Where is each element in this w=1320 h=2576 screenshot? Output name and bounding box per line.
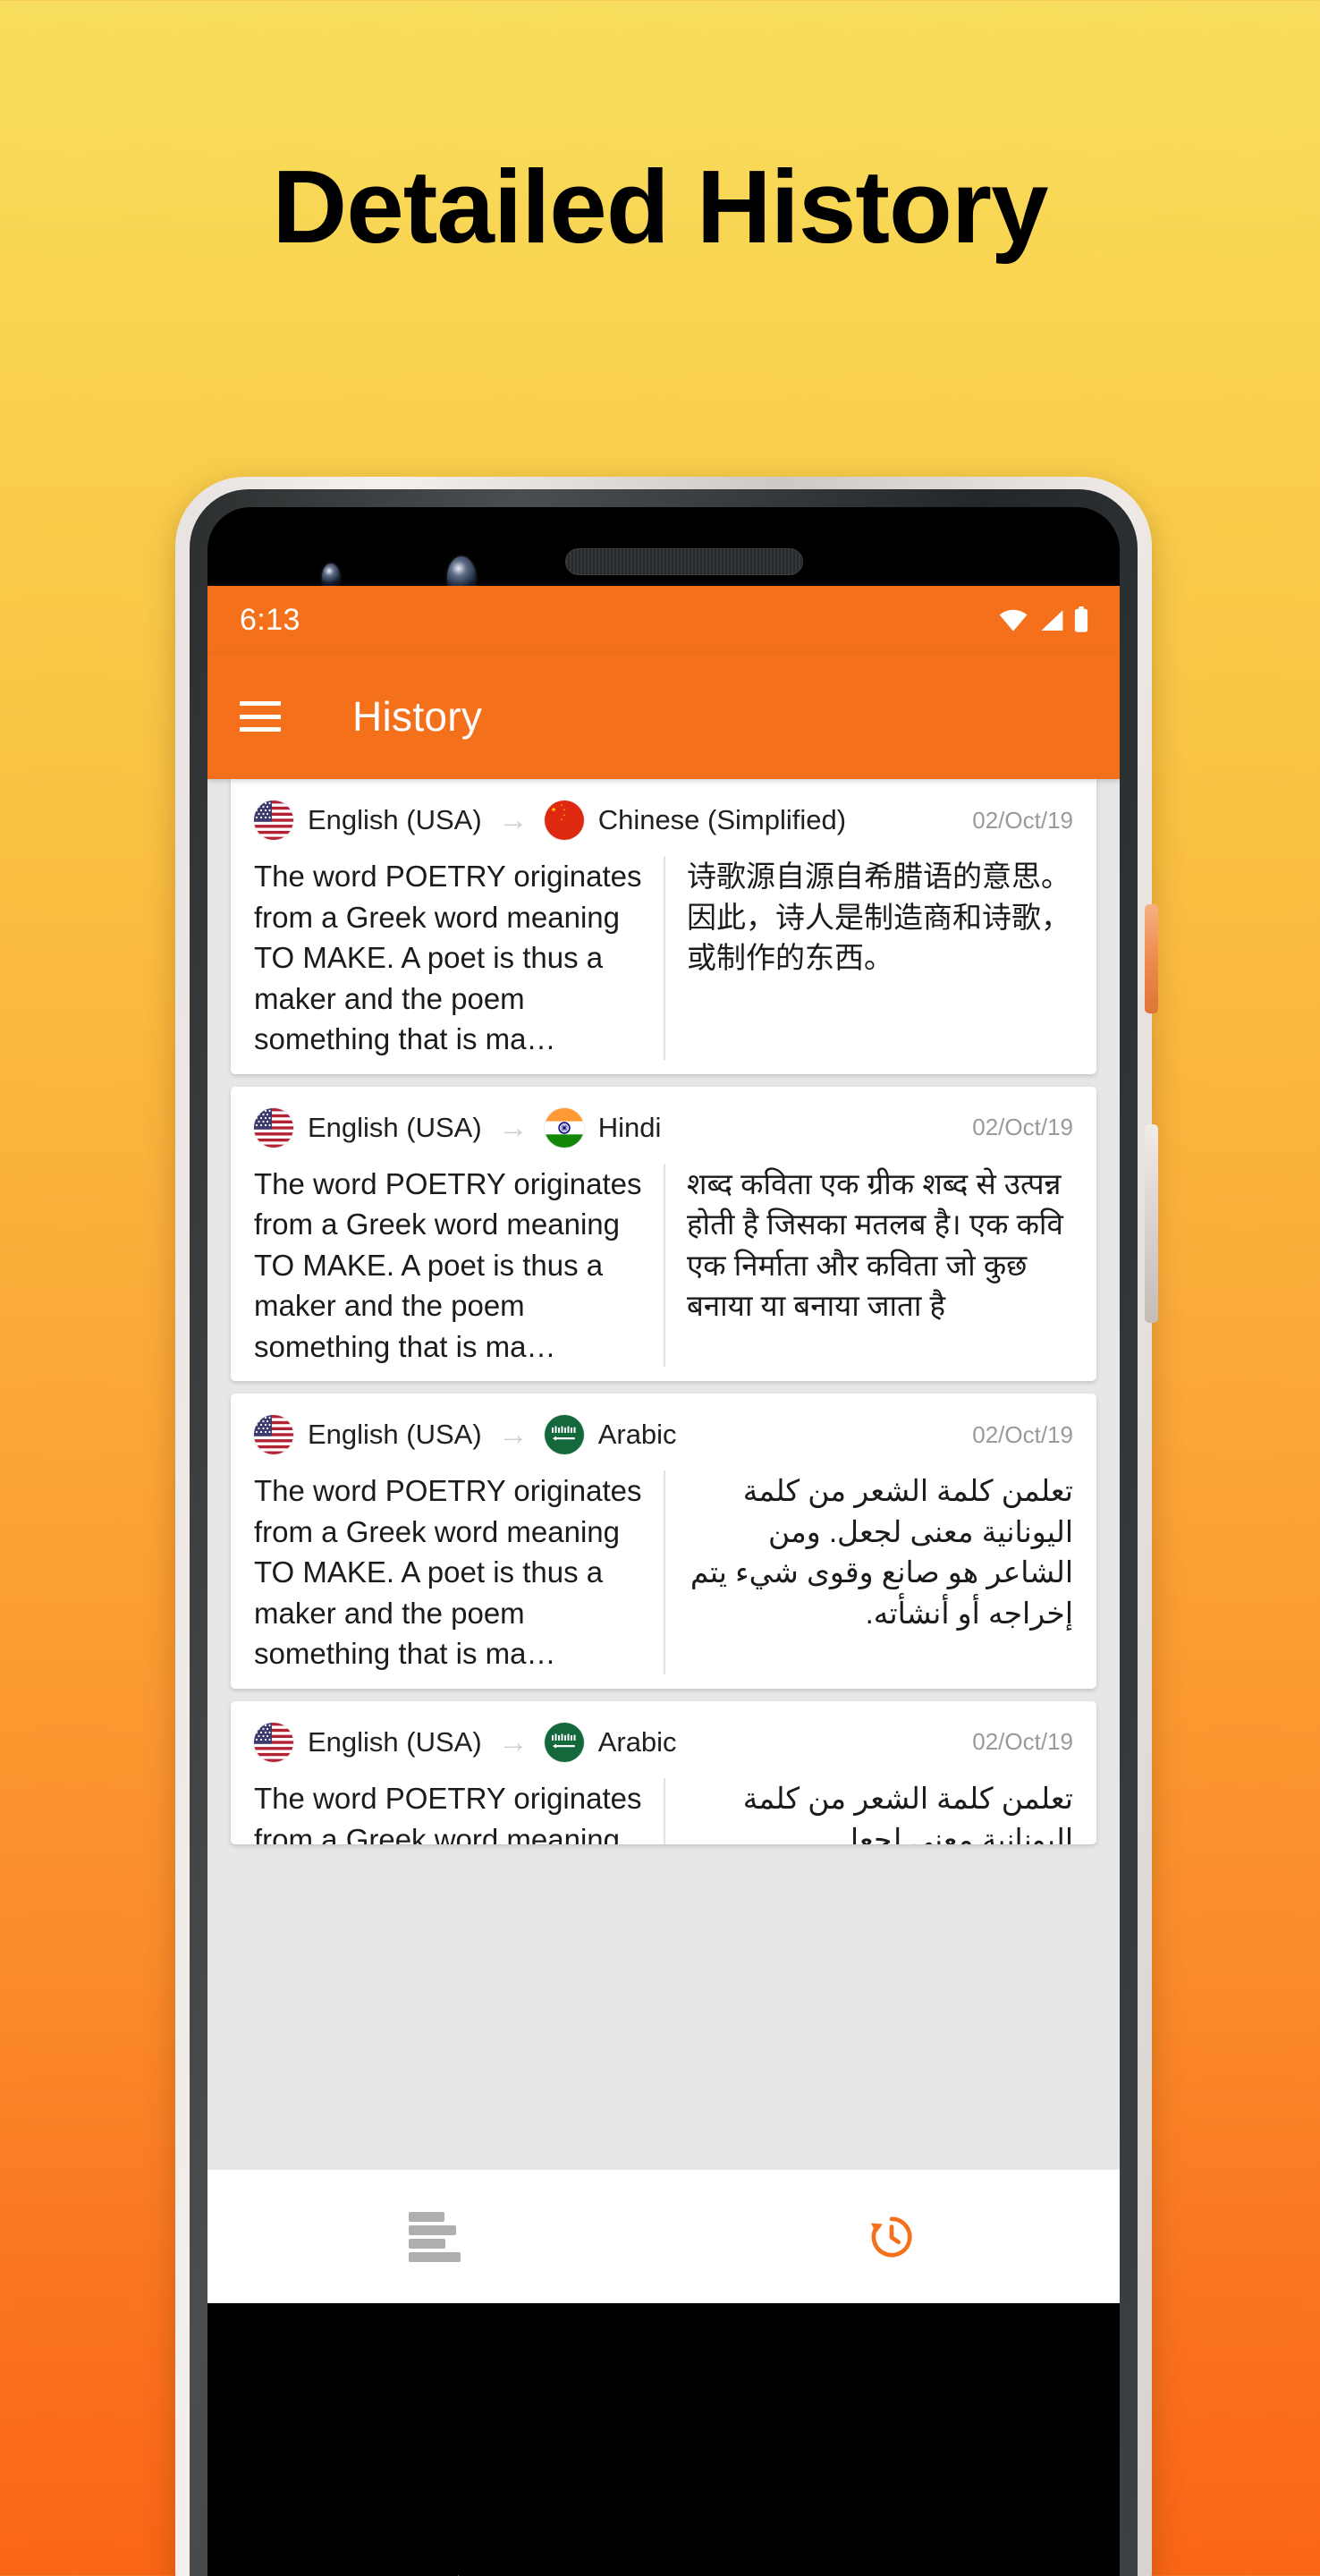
source-text: The word POETRY originates from a Greek …: [254, 1166, 642, 1363]
target-language-label: Hindi: [597, 1111, 662, 1143]
direction-arrow-icon: →: [497, 1110, 529, 1145]
direction-arrow-icon: →: [497, 1724, 529, 1759]
history-card-date: 02/Oct/19: [972, 1728, 1073, 1756]
history-card-body: The word POETRY originates from a Greek …: [231, 1163, 1096, 1368]
hamburger-menu-icon[interactable]: [240, 701, 281, 732]
source-text: The word POETRY originates from a Greek …: [254, 860, 642, 1056]
history-card[interactable]: English (USA) →: [231, 1086, 1096, 1382]
history-card[interactable]: English (USA) →: [231, 1394, 1096, 1689]
app-viewport: 6:13 History English (USA) → Chinese (Si…: [207, 586, 1120, 2303]
source-language-label: English (USA): [308, 1111, 482, 1143]
earpiece-speaker: [565, 548, 803, 575]
source-text: The word POETRY originates from a Greek …: [254, 1474, 642, 1671]
volume-rocker-button[interactable]: [1145, 1124, 1158, 1323]
flag-usa-icon: [254, 1415, 293, 1455]
history-card[interactable]: English (USA) →: [231, 779, 1096, 1074]
status-bar-icons: [998, 606, 1089, 633]
history-card-body: The word POETRY originates from a Greek …: [231, 1777, 1096, 1844]
flag-saudi-icon: [544, 1415, 584, 1455]
flag-usa-icon: [254, 1722, 293, 1762]
history-card[interactable]: English (USA) →: [231, 1700, 1096, 1844]
translated-text: تعلمن كلمة الشعر من كلمة اليونانية معنى …: [664, 1470, 1073, 1674]
direction-arrow-icon: →: [497, 1418, 529, 1453]
flag-china-icon: [544, 801, 584, 840]
battery-icon: [1074, 606, 1088, 632]
app-bar: History: [207, 654, 1120, 779]
history-card-date: 02/Oct/19: [972, 1420, 1073, 1448]
bottom-nav-tab-history[interactable]: [664, 2170, 1120, 2303]
history-card-date: 02/Oct/19: [972, 1114, 1073, 1141]
status-bar: 6:13: [207, 586, 1120, 654]
phone-screen: 6:13 History English (USA) → Chinese (Si…: [207, 507, 1120, 2576]
flag-usa-icon: [254, 1107, 293, 1148]
history-card-body: The word POETRY originates from a Greek …: [231, 856, 1096, 1060]
app-bar-title: History: [352, 693, 483, 740]
android-navigation-bar: [207, 2541, 1120, 2576]
history-card-header: English (USA) →: [231, 1701, 1096, 1778]
direction-arrow-icon: →: [497, 803, 529, 837]
translated-text: تعلمن كلمة الشعر من كلمة اليونانية معنى …: [664, 1777, 1073, 1844]
history-clock-icon: [871, 2216, 912, 2257]
text-lines-icon: [409, 2211, 462, 2262]
target-language-label: Arabic: [597, 1725, 677, 1758]
flag-india-icon: [544, 1107, 584, 1148]
history-card-header: English (USA) →: [231, 779, 1096, 856]
history-card-body: The word POETRY originates from a Greek …: [231, 1470, 1096, 1674]
flag-saudi-icon: [544, 1722, 584, 1762]
history-list[interactable]: English (USA) → Chinese (Simplified) 02/…: [207, 779, 1120, 2169]
bottom-navigation: [207, 2169, 1120, 2303]
source-language-label: English (USA): [308, 1725, 482, 1758]
phone-device-mockup: 6:13 History English (USA) → Chinese (Si…: [175, 477, 1158, 2576]
page-title: Detailed History: [272, 148, 1048, 265]
source-language-label: English (USA): [308, 1419, 482, 1451]
target-language-label: Arabic: [597, 1419, 677, 1451]
wifi-icon: [999, 609, 1028, 631]
flag-usa-icon: [254, 801, 293, 840]
target-language-label: Chinese (Simplified): [597, 804, 847, 835]
power-button[interactable]: [1145, 904, 1158, 1013]
source-language-label: English (USA): [308, 804, 482, 835]
source-text: The word POETRY originates from a Greek …: [254, 1781, 642, 1844]
history-card-header: English (USA) →: [231, 1087, 1096, 1164]
status-bar-time: 6:13: [240, 602, 300, 637]
history-card-date: 02/Oct/19: [972, 806, 1073, 834]
bottom-nav-tab-translate[interactable]: [207, 2170, 664, 2303]
translated-text: 诗歌源自源自希腊语的意思。 因此，诗人是制造商和诗歌，或制作的东西。: [664, 856, 1073, 1060]
signal-icon: [1041, 610, 1063, 631]
history-card-header: English (USA) →: [231, 1394, 1096, 1470]
translated-text: शब्द कविता एक ग्रीक शब्द से उत्पन्न होती…: [664, 1163, 1073, 1368]
